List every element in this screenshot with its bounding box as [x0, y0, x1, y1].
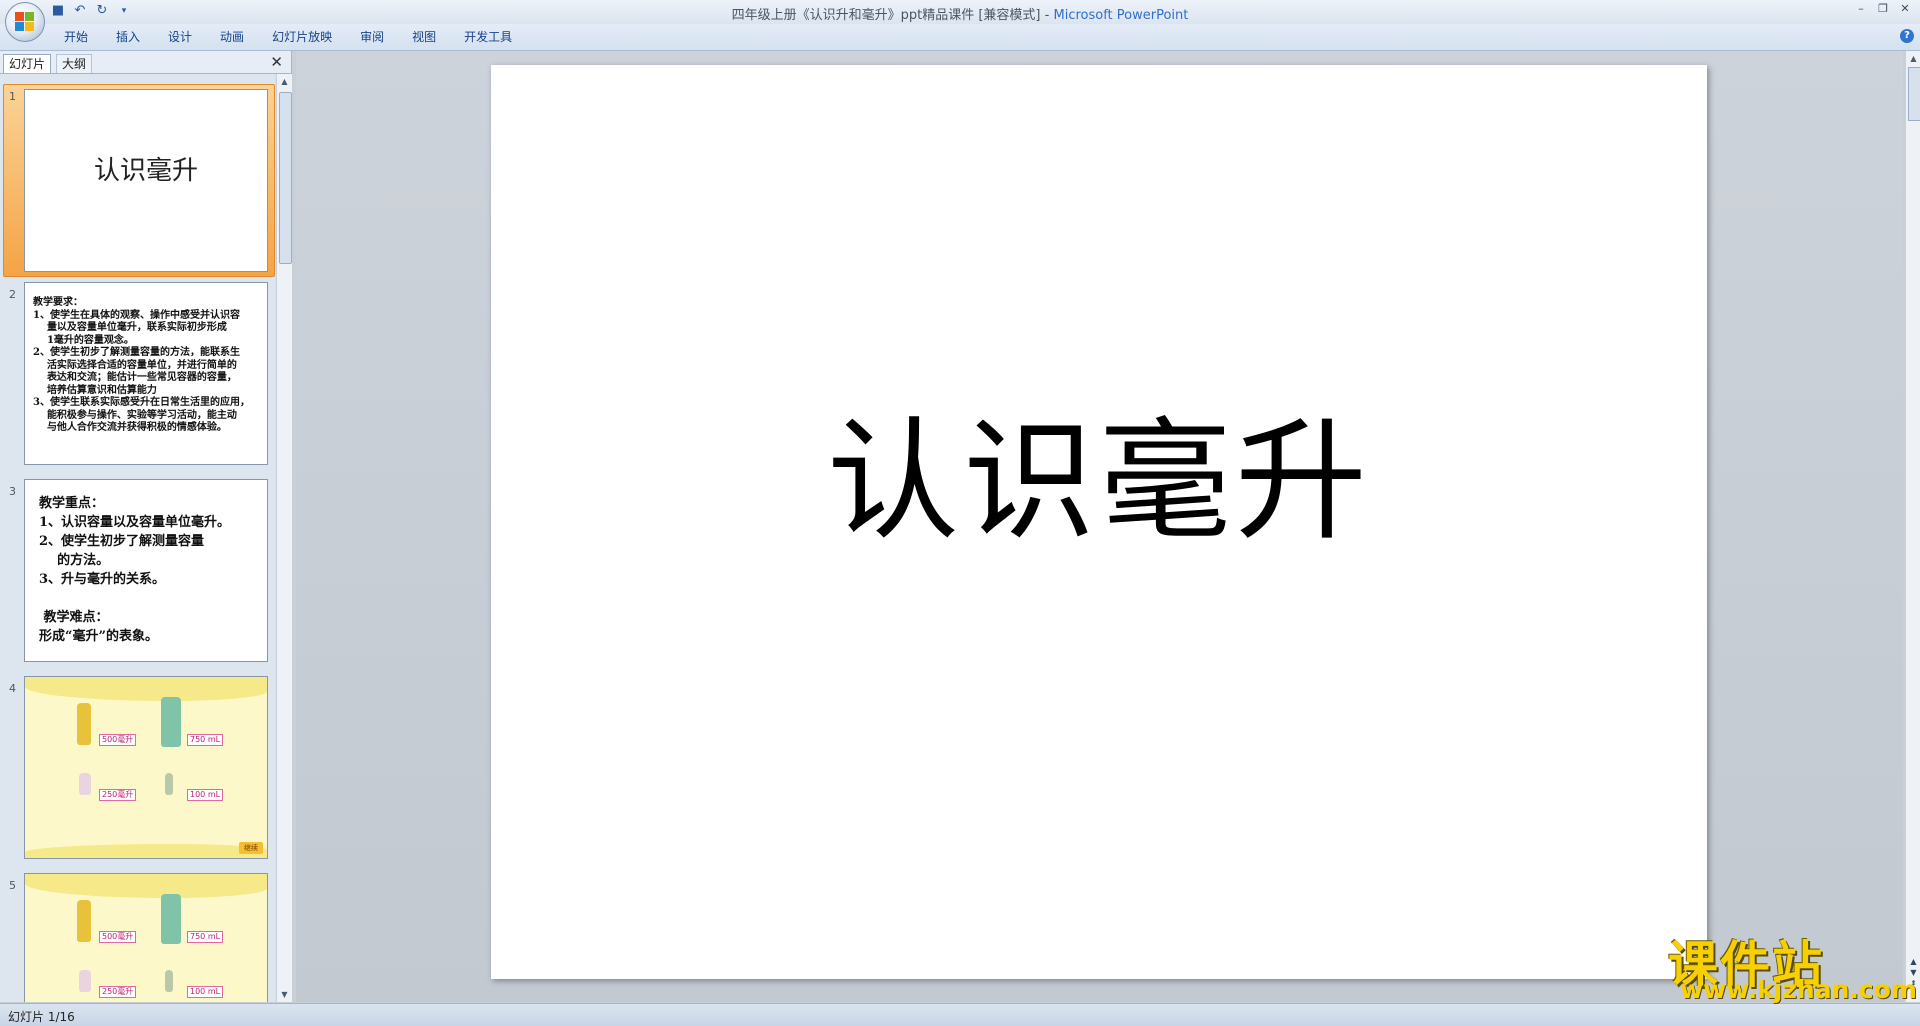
pane-tabs: 幻灯片 大纲 ✕ [0, 51, 291, 74]
tab-slides[interactable]: 幻灯片 [3, 54, 52, 73]
slide-editing-area: 认识毫升 [296, 51, 1903, 1002]
close-icon[interactable]: ✕ [270, 53, 283, 71]
slide-thumbnail-list: 1 认识毫升 2 教学要求： 1、使学生在具体的观察、操作中感受并认识容 量以及… [0, 74, 275, 1002]
slide-preview: 教学要求： 1、使学生在具体的观察、操作中感受并认识容 量以及容量单位毫升，联系… [24, 282, 268, 465]
watermark-url: www.kjzhan.com [1680, 975, 1917, 1004]
tab-animations[interactable]: 动画 [206, 29, 258, 45]
slide-number: 3 [9, 485, 16, 498]
help-icon[interactable]: ? [1900, 29, 1914, 43]
wave-decoration [25, 874, 267, 898]
tab-slide-show[interactable]: 幻灯片放映 [258, 29, 346, 45]
scroll-up-icon[interactable]: ▲ [277, 74, 292, 89]
slide-preview: 教学重点： 1、认识容量以及容量单位毫升。 2、使学生初步了解测量容量 的方法。… [24, 479, 268, 662]
slide-title[interactable]: 认识毫升 [491, 375, 1707, 566]
thumb-text: 教学重点： 1、认识容量以及容量单位毫升。 2、使学生初步了解测量容量 的方法。… [39, 496, 231, 644]
shampoo-bottle-image [161, 697, 181, 747]
volume-label: 250毫升 [99, 789, 137, 801]
office-logo-icon [15, 12, 35, 32]
thumb-title: 认识毫升 [93, 156, 198, 186]
oil-bottle-image [77, 900, 91, 942]
tab-developer[interactable]: 开发工具 [450, 29, 526, 45]
slides-pane: 幻灯片 大纲 ✕ 1 认识毫升 2 教学要求： 1、使学生在具体的观察、操作中感… [0, 51, 292, 1002]
slide-number: 4 [9, 682, 16, 695]
scroll-thumb[interactable] [279, 92, 292, 264]
small-bottle-image [165, 773, 173, 795]
thumbnail-scrollbar[interactable]: ▲ ▼ [276, 74, 292, 1002]
volume-label: 750 mL [187, 931, 224, 943]
tab-view[interactable]: 视图 [398, 29, 450, 45]
thumb-text: 教学要求： 1、使学生在具体的观察、操作中感受并认识容 量以及容量单位毫升，联系… [33, 297, 250, 433]
window-controls: – ❐ ✕ [1852, 2, 1914, 16]
slide-number: 1 [9, 90, 16, 103]
document-title: 四年级上册《认识升和毫升》ppt精品课件 [兼容模式] [731, 8, 1041, 23]
tab-outline[interactable]: 大纲 [56, 54, 93, 73]
title-separator: - [1040, 8, 1054, 23]
close-icon[interactable]: ✕ [1896, 2, 1914, 16]
milk-bottle-image [79, 773, 91, 795]
volume-label: 500毫升 [99, 931, 137, 943]
restore-icon[interactable]: ❐ [1874, 2, 1892, 16]
app-name: Microsoft PowerPoint [1053, 8, 1189, 23]
volume-label: 250毫升 [99, 986, 137, 998]
minimize-icon[interactable]: – [1852, 2, 1870, 16]
shampoo-bottle-image [161, 894, 181, 944]
scroll-up-icon[interactable]: ▲ [1906, 51, 1920, 66]
wave-decoration [25, 677, 267, 701]
tab-home[interactable]: 开始 [50, 29, 102, 45]
volume-label: 750 mL [187, 734, 224, 746]
slide-number: 5 [9, 879, 16, 892]
tab-design[interactable]: 设计 [154, 29, 206, 45]
slide-preview: 500毫升 750 mL 250毫升 100 mL [24, 873, 268, 1002]
office-button[interactable] [5, 2, 45, 42]
small-bottle-image [165, 970, 173, 992]
tab-review[interactable]: 审阅 [346, 29, 398, 45]
volume-label: 100 mL [187, 789, 224, 801]
milk-bottle-image [79, 970, 91, 992]
ribbon: 开始 插入 设计 动画 幻灯片放映 审阅 视图 开发工具 ? [0, 24, 1920, 51]
slide-preview: 500毫升 750 mL 250毫升 100 mL 继续 [24, 676, 268, 859]
title-bar: ■ ↶ ↻ ▾ 四年级上册《认识升和毫升》ppt精品课件 [兼容模式] - Mi… [0, 0, 1920, 25]
oil-bottle-image [77, 703, 91, 745]
continue-button: 继续 [239, 842, 263, 854]
tab-insert[interactable]: 插入 [102, 29, 154, 45]
scroll-down-icon[interactable]: ▼ [277, 987, 292, 1002]
scroll-thumb[interactable] [1908, 67, 1920, 121]
slide-preview: 认识毫升 [24, 89, 268, 272]
slide-number: 2 [9, 288, 16, 301]
status-bar: 幻灯片 1/16 [0, 1003, 1920, 1026]
wave-decoration [25, 844, 267, 858]
window-title: 四年级上册《认识升和毫升》ppt精品课件 [兼容模式] - Microsoft … [0, 4, 1920, 23]
main-scrollbar[interactable]: ▲ ▲ ▼ ⇞ ⇟ [1905, 51, 1920, 1002]
volume-label: 100 mL [187, 986, 224, 998]
current-slide[interactable]: 认识毫升 [491, 65, 1707, 979]
watermark-logo: 课件站 www.kjzhan.com [1668, 925, 1917, 1004]
slide-counter: 幻灯片 1/16 [8, 1010, 75, 1024]
volume-label: 500毫升 [99, 734, 137, 746]
ribbon-tabs: 开始 插入 设计 动画 幻灯片放映 审阅 视图 开发工具 [50, 29, 526, 45]
